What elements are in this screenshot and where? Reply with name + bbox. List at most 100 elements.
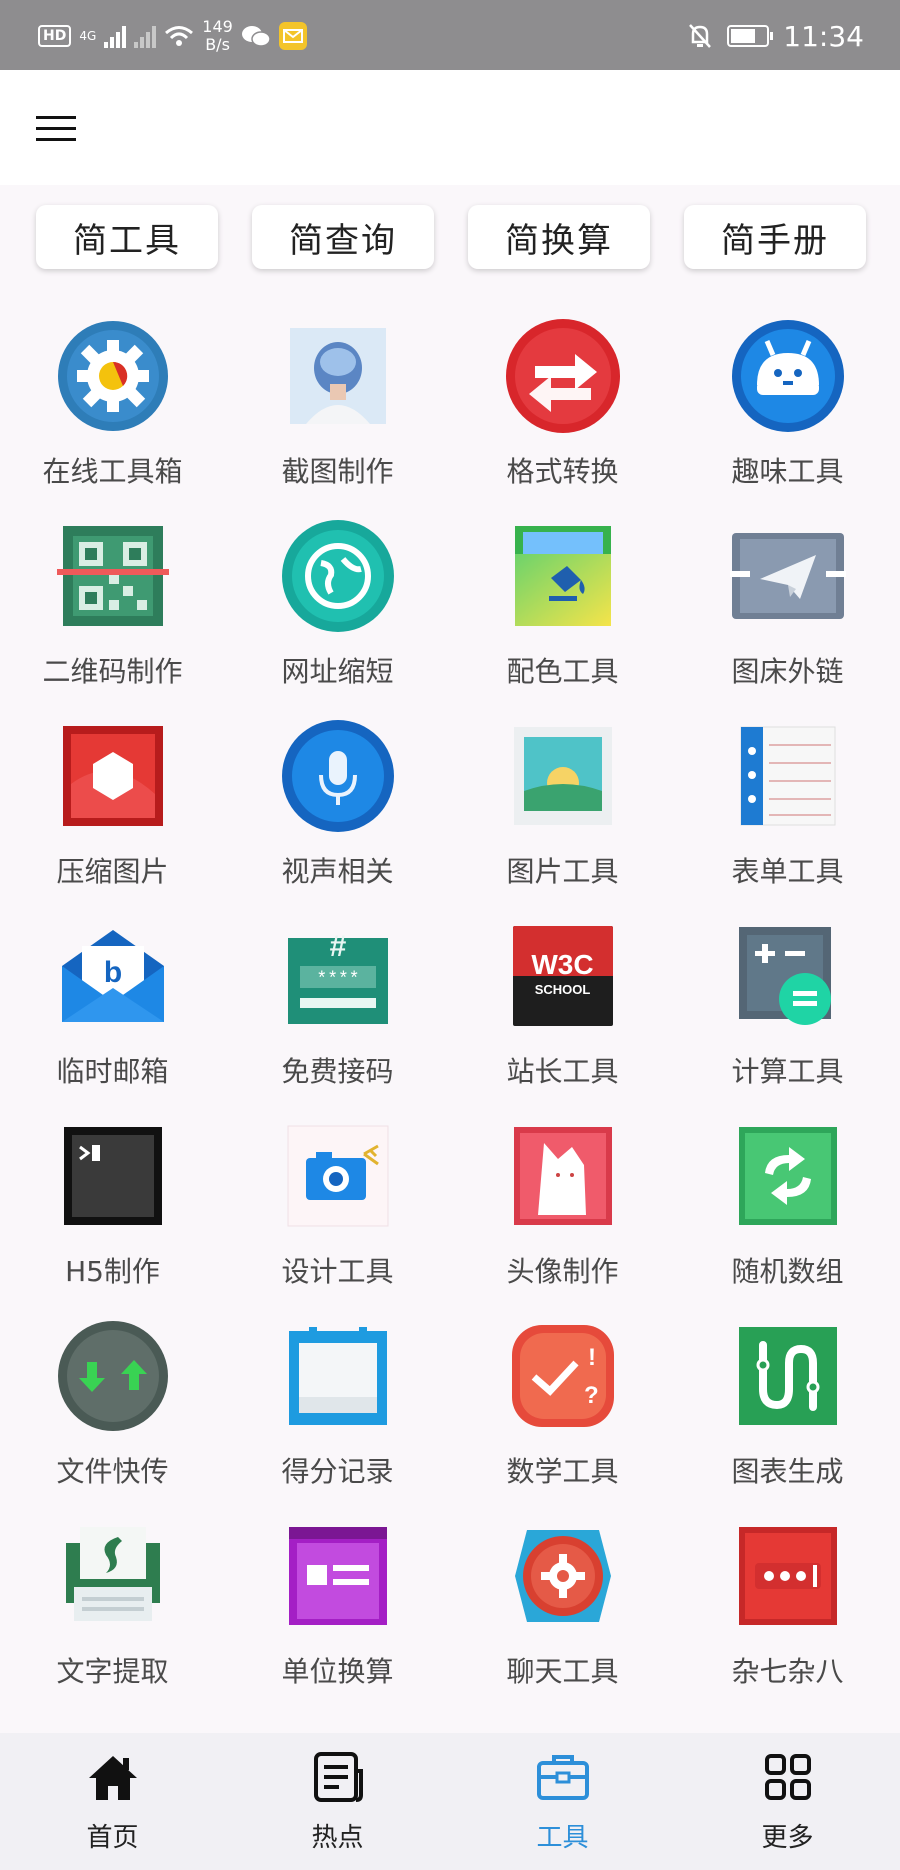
school-text: SCHOOL <box>534 982 591 997</box>
tool-label: 得分记录 <box>281 1455 394 1488</box>
category-tools-button[interactable]: 简工具 <box>36 205 218 269</box>
tool-screenshot-maker[interactable]: 截图制作 <box>225 300 450 500</box>
wifi-icon <box>165 26 194 46</box>
paper-plane-icon <box>729 533 846 619</box>
qr-code-icon <box>56 526 169 626</box>
tool-label: 图表生成 <box>731 1455 844 1488</box>
tool-label: 图片工具 <box>506 855 619 888</box>
nav-tools[interactable]: 工具 <box>450 1733 675 1870</box>
globe-icon <box>281 520 394 632</box>
tool-label: 配色工具 <box>506 655 619 688</box>
nav-label: 热点 <box>311 1823 364 1853</box>
hd-badge: HD <box>38 25 72 47</box>
tool-label: 聊天工具 <box>506 1655 619 1688</box>
signal-icon <box>104 24 127 48</box>
tool-image-hosting[interactable]: 图床外链 <box>675 500 900 700</box>
settings-badge-icon <box>514 1530 611 1622</box>
news-icon <box>313 1752 363 1802</box>
status-left: HD 4G 149 B/s <box>38 16 307 56</box>
category-convert-button[interactable]: 简换算 <box>468 205 650 269</box>
android-face-icon <box>731 320 844 432</box>
tool-temp-mail[interactable]: b 临时邮箱 <box>0 900 225 1100</box>
tool-qr-maker[interactable]: 二维码制作 <box>0 500 225 700</box>
nav-more[interactable]: 更多 <box>675 1733 900 1870</box>
speed-value: 149 <box>202 17 233 36</box>
status-bar: HD 4G 149 B/s 11:34 <box>0 0 900 70</box>
home-icon <box>88 1756 137 1800</box>
tool-calculator[interactable]: 计算工具 <box>675 900 900 1100</box>
tool-chart-generator[interactable]: 图表生成 <box>675 1300 900 1500</box>
battery-icon <box>727 25 774 47</box>
tool-free-sms-code[interactable]: # **** 免费接码 <box>225 900 450 1100</box>
w3c-text: W3C <box>531 949 594 980</box>
tool-url-shortener[interactable]: 网址缩短 <box>225 500 450 700</box>
gear-icon <box>57 321 168 431</box>
tool-text-extraction[interactable]: 文字提取 <box>0 1500 225 1700</box>
mail-envelope-icon: b <box>61 930 164 1022</box>
tool-grid: 在线工具箱 截图制作 格式转换 趣味工具 二维码制作 网址缩短 配色工具 图床外… <box>0 300 900 1700</box>
category-tabs: 简工具 简查询 简换算 简手册 <box>36 205 866 269</box>
tool-color-tools[interactable]: 配色工具 <box>450 500 675 700</box>
nav-label: 首页 <box>86 1823 139 1853</box>
menu-icon[interactable] <box>36 116 76 142</box>
svg-text:****: **** <box>316 970 359 990</box>
category-manual-button[interactable]: 简手册 <box>684 205 866 269</box>
tool-label: 杂七杂八 <box>731 1655 844 1688</box>
refresh-icon <box>738 1127 837 1225</box>
tool-label: 文件快传 <box>56 1455 169 1488</box>
tool-fun-tools[interactable]: 趣味工具 <box>675 300 900 500</box>
tool-form-tools[interactable]: 表单工具 <box>675 700 900 900</box>
scanner-icon <box>65 1527 160 1621</box>
tool-random-array[interactable]: 随机数组 <box>675 1100 900 1300</box>
transfer-arrows-icon <box>57 1321 168 1431</box>
camera-icon <box>287 1125 388 1227</box>
tool-label: 表单工具 <box>731 855 844 888</box>
tool-label: 头像制作 <box>506 1255 619 1288</box>
tool-score-record[interactable]: 得分记录 <box>225 1300 450 1500</box>
w3c-school-icon: W3C SCHOOL <box>512 926 613 1026</box>
network-speed: 149 B/s <box>202 18 233 54</box>
tool-label: 免费接码 <box>281 1055 394 1088</box>
tool-h5-maker[interactable]: H5制作 <box>0 1100 225 1300</box>
tool-format-convert[interactable]: 格式转换 <box>450 300 675 500</box>
status-right: 11:34 <box>687 16 864 56</box>
tool-chat-tools[interactable]: 聊天工具 <box>450 1500 675 1700</box>
tool-file-transfer[interactable]: 文件快传 <box>0 1300 225 1500</box>
tool-label: 二维码制作 <box>42 655 183 688</box>
tool-label: 单位换算 <box>281 1655 394 1688</box>
terminal-icon <box>63 1127 162 1225</box>
svg-text:?: ? <box>584 1382 599 1409</box>
wechat-icon <box>241 26 271 47</box>
more-dots-icon <box>738 1527 837 1625</box>
microphone-icon <box>281 720 394 832</box>
password-keypad-icon: # **** <box>287 930 388 1024</box>
bottom-nav: 首页 热点 工具 更多 <box>0 1733 900 1870</box>
portrait-icon <box>289 328 386 424</box>
tool-label: 截图制作 <box>281 455 394 488</box>
clock: 11:34 <box>783 19 864 53</box>
tool-label: 文字提取 <box>56 1655 169 1688</box>
mute-bell-icon <box>689 24 712 48</box>
tool-webmaster-tools[interactable]: W3C SCHOOL 站长工具 <box>450 900 675 1100</box>
tool-label: 压缩图片 <box>56 855 169 888</box>
tool-label: H5制作 <box>65 1255 160 1288</box>
tool-math-tools[interactable]: !? 数学工具 <box>450 1300 675 1500</box>
nav-hot[interactable]: 热点 <box>225 1733 450 1870</box>
card-icon <box>288 1527 387 1625</box>
tool-audio-video[interactable]: 视声相关 <box>225 700 450 900</box>
net-type: 4G <box>79 29 97 43</box>
tool-avatar-maker[interactable]: 头像制作 <box>450 1100 675 1300</box>
nav-home[interactable]: 首页 <box>0 1733 225 1870</box>
swap-arrows-icon <box>505 319 620 433</box>
tool-online-toolbox[interactable]: 在线工具箱 <box>0 300 225 500</box>
tool-compress-image[interactable]: 压缩图片 <box>0 700 225 900</box>
tool-miscellaneous[interactable]: 杂七杂八 <box>675 1500 900 1700</box>
tool-image-tools[interactable]: 图片工具 <box>450 700 675 900</box>
tool-design-tools[interactable]: 设计工具 <box>225 1100 450 1300</box>
tool-unit-conversion[interactable]: 单位换算 <box>225 1500 450 1700</box>
tool-label: 临时邮箱 <box>56 1055 169 1088</box>
tool-label: 图床外链 <box>731 655 844 688</box>
svg-text:!: ! <box>588 1344 596 1371</box>
category-query-button[interactable]: 简查询 <box>252 205 434 269</box>
svg-text:b: b <box>103 956 121 989</box>
